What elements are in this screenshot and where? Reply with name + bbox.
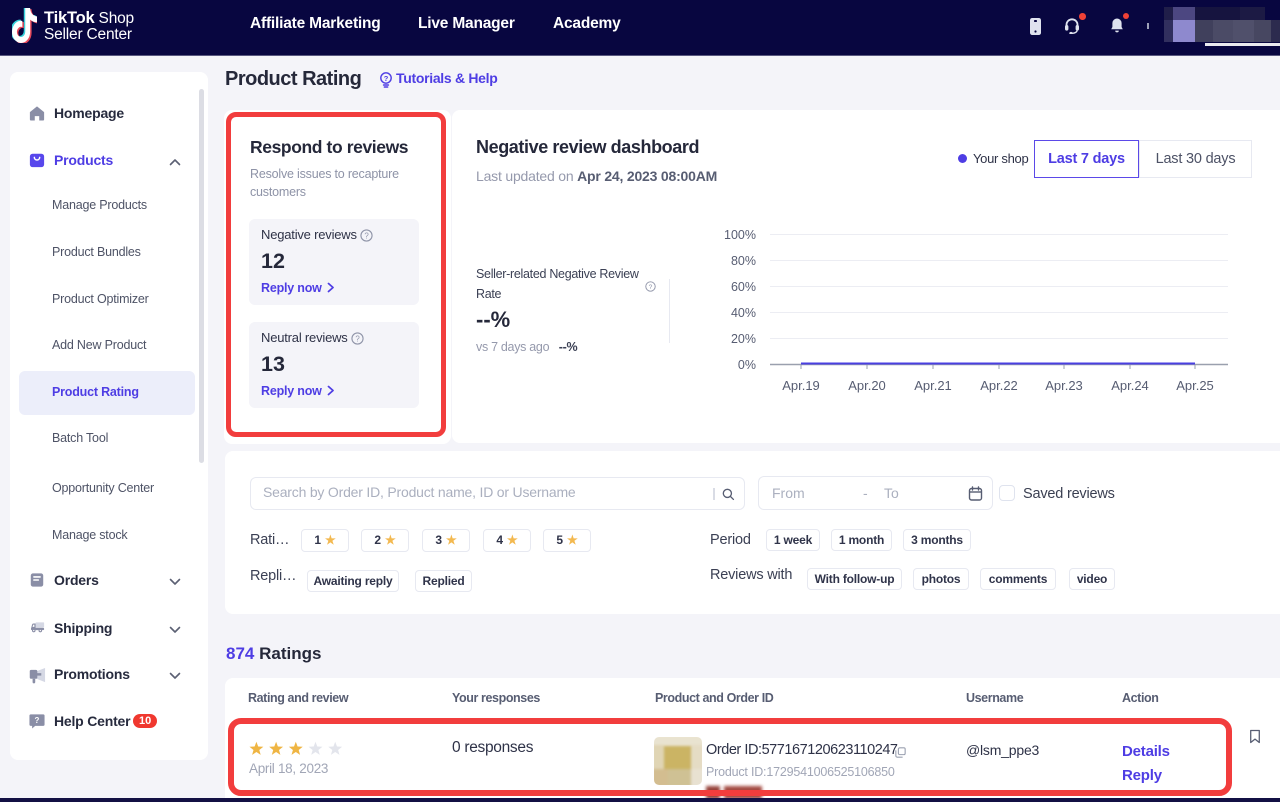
svg-text:?: ? bbox=[364, 231, 369, 240]
svg-text:Apr.23: Apr.23 bbox=[1045, 378, 1083, 393]
svg-text:Apr.20: Apr.20 bbox=[848, 378, 886, 393]
svg-text:80%: 80% bbox=[731, 254, 756, 268]
svg-text:?: ? bbox=[355, 334, 360, 343]
svg-text:?: ? bbox=[35, 716, 40, 725]
svg-text:0%: 0% bbox=[738, 358, 756, 372]
svg-text:Apr.25: Apr.25 bbox=[1176, 378, 1214, 393]
svg-text:20%: 20% bbox=[731, 332, 756, 346]
svg-text:Apr.22: Apr.22 bbox=[980, 378, 1018, 393]
svg-text:?: ? bbox=[384, 74, 389, 83]
svg-text:60%: 60% bbox=[731, 280, 756, 294]
svg-text:Apr.19: Apr.19 bbox=[782, 378, 820, 393]
svg-text:Apr.24: Apr.24 bbox=[1111, 378, 1149, 393]
svg-text:40%: 40% bbox=[731, 306, 756, 320]
svg-text:Apr.21: Apr.21 bbox=[914, 378, 952, 393]
svg-text:100%: 100% bbox=[724, 228, 756, 242]
svg-text:?: ? bbox=[649, 284, 653, 291]
